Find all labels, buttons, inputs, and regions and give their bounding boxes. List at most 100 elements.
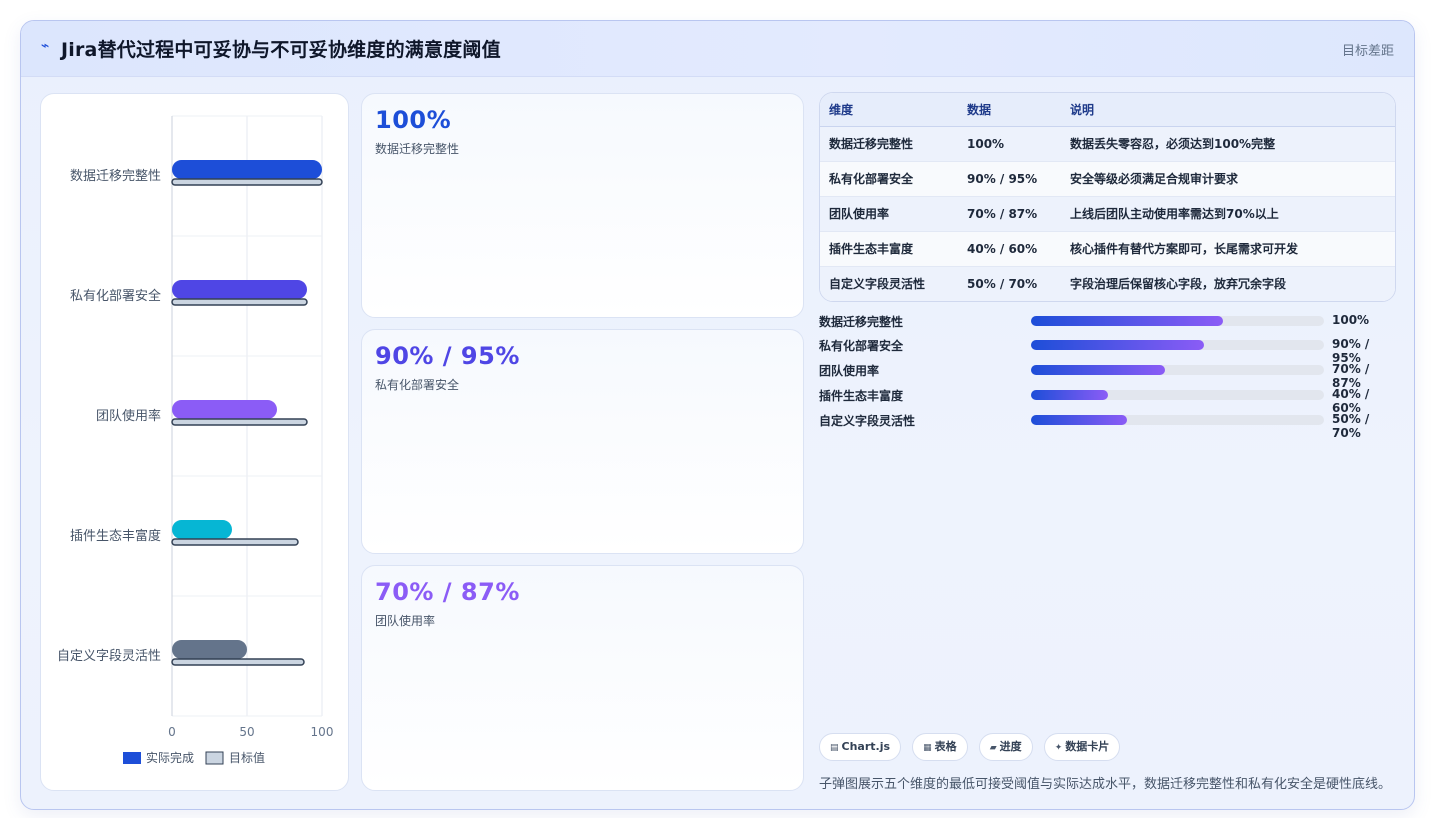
table-cell: 70% / 87%: [958, 196, 1061, 232]
table-cell: 自定义字段灵活性: [820, 266, 958, 301]
bar-target: [171, 658, 305, 666]
kpi-card-data-migration: 100% 数据迁移完整性: [361, 93, 804, 318]
table-cell: 安全等级必须满足合规审计要求: [1061, 161, 1395, 197]
table-cell: 数据丢失零容忍，必须达到100%完整: [1061, 126, 1395, 162]
header-bar: ⌁ Jira替代过程中可妥协与不可妥协维度的满意度阈值 目标差距: [21, 21, 1414, 77]
progress-label: 自定义字段灵活性: [819, 414, 916, 428]
table-cell: 上线后团队主动使用率需达到70%以上: [1061, 196, 1395, 232]
threshold-table: 维度 数据 说明 数据迁移完整性 100% 数据丢失零容忍，必须达到100%完整…: [820, 93, 1395, 301]
table-cell: 50% / 70%: [958, 266, 1061, 301]
bar-actual: [172, 160, 322, 179]
table-row: 插件生态丰富度 40% / 60% 核心插件有替代方案即可，长尾需求可开发: [820, 231, 1395, 267]
x-tick-label: 50: [239, 725, 254, 739]
bullet-chart: 数据迁移完整性私有化部署安全团队使用率插件生态丰富度自定义字段灵活性 0 50 100…: [57, 115, 334, 765]
table-icon: ▦: [923, 743, 932, 753]
category-label: 插件生态丰富度: [70, 528, 161, 544]
bar-target: [171, 418, 308, 426]
sparkle-icon: ✦: [1054, 743, 1063, 753]
progress-icon: ▰: [989, 743, 997, 753]
kpi-card-team-usage: 70% / 87% 团队使用率: [361, 565, 804, 791]
page-title: Jira替代过程中可妥协与不可妥协维度的满意度阈值: [61, 39, 501, 61]
x-tick-label: 0: [168, 725, 176, 739]
progress-value: 100%: [1332, 313, 1370, 327]
table-cell: 插件生态丰富度: [820, 231, 958, 267]
bar-target: [171, 298, 308, 306]
column-header: 数据: [958, 93, 1061, 127]
bullet-chart-card: 数据迁移完整性 私有化部署安全团队使用率插件生态丰富度自定义字段灵活性 0 50 100…: [40, 93, 349, 791]
chip-progress[interactable]: ▰ 进度: [978, 733, 1033, 761]
table-cell: 数据迁移完整性: [820, 126, 958, 162]
kpi-value: 90% / 95%: [375, 342, 520, 370]
table-row: 团队使用率 70% / 87% 上线后团队主动使用率需达到70%以上: [820, 196, 1395, 232]
tech-chips: ▤ Chart.js ▦ 表格 ▰ 进度 ✦ 数据卡片: [819, 733, 1126, 761]
legend-label-target: 目标值: [229, 750, 265, 765]
dashboard-frame: ⌁ Jira替代过程中可妥协与不可妥协维度的满意度阈值 目标差距 数据迁移完整性…: [20, 20, 1415, 810]
chip-label: 数据卡片: [1065, 740, 1110, 753]
category-label: 自定义字段灵活性: [57, 649, 161, 664]
chip-label: 进度: [999, 740, 1022, 753]
progress-fill: [1031, 415, 1128, 425]
category-label: 团队使用率: [96, 408, 161, 424]
progress-label: 数据迁移完整性: [819, 315, 904, 329]
progress-value: 50% / 70%: [1332, 412, 1370, 440]
progress-row: 自定义字段灵活性 50% / 70%: [819, 410, 1396, 440]
legend-swatch-target: [205, 751, 224, 765]
progress-label: 团队使用率: [819, 364, 880, 378]
bar-actual: [172, 280, 307, 299]
chip-chartjs[interactable]: ▤ Chart.js: [819, 733, 902, 761]
bar-target: [171, 178, 323, 186]
kpi-card-private-deploy: 90% / 95% 私有化部署安全: [361, 329, 804, 554]
table-cell: 核心插件有替代方案即可，长尾需求可开发: [1061, 231, 1395, 267]
progress-fill: [1031, 340, 1204, 350]
footer-note: 子弹图展示五个维度的最低可接受阈值与实际达成水平，数据迁移完整性和私有化安全是硬…: [819, 777, 1392, 792]
category-label: 私有化部署安全: [70, 288, 161, 304]
progress-track: [1031, 340, 1324, 350]
bar-actual: [172, 640, 247, 659]
column-header: 维度: [820, 93, 958, 127]
table-cell: 40% / 60%: [958, 231, 1061, 267]
legend-label-actual: 实际完成: [146, 750, 194, 765]
table-row: 自定义字段灵活性 50% / 70% 字段治理后保留核心字段，放弃冗余字段: [820, 266, 1395, 301]
chip-data-card[interactable]: ✦ 数据卡片: [1043, 733, 1121, 761]
progress-track: [1031, 316, 1324, 326]
kpi-value: 100%: [375, 106, 452, 134]
threshold-table-card: 维度 数据 说明 数据迁移完整性 100% 数据丢失零容忍，必须达到100%完整…: [819, 92, 1396, 302]
kpi-value: 70% / 87%: [375, 578, 520, 606]
category-label: 数据迁移完整性: [70, 169, 161, 184]
progress-track: [1031, 415, 1324, 425]
chart-icon: ▤: [830, 743, 839, 753]
progress-track: [1031, 390, 1324, 400]
bar-target: [171, 538, 299, 546]
progress-fill: [1031, 390, 1108, 400]
progress-row: 插件生态丰富度 40% / 60%: [819, 385, 1396, 415]
chip-label: Chart.js: [841, 740, 891, 753]
x-tick-label: 100: [311, 725, 334, 739]
table-row: 私有化部署安全 90% / 95% 安全等级必须满足合规审计要求: [820, 161, 1395, 197]
progress-label: 私有化部署安全: [819, 339, 904, 353]
kpi-label: 数据迁移完整性: [375, 142, 460, 156]
progress-row: 团队使用率 70% / 87%: [819, 360, 1396, 390]
column-header: 说明: [1061, 93, 1395, 127]
kpi-label: 团队使用率: [375, 614, 436, 628]
chip-table[interactable]: ▦ 表格: [912, 733, 968, 761]
table-cell: 字段治理后保留核心字段，放弃冗余字段: [1061, 266, 1395, 301]
target-gap-label: 目标差距: [1341, 44, 1394, 59]
table-header-row: 维度 数据 说明: [820, 93, 1395, 127]
progress-fill: [1031, 365, 1166, 375]
chip-label: 表格: [934, 740, 957, 753]
table-cell: 90% / 95%: [958, 161, 1061, 197]
kpi-label: 私有化部署安全: [375, 378, 460, 392]
table-cell: 团队使用率: [820, 196, 958, 232]
table-cell: 私有化部署安全: [820, 161, 958, 197]
legend-swatch-actual: [123, 752, 141, 764]
bar-actual: [172, 400, 277, 419]
progress-fill: [1031, 316, 1223, 326]
progress-track: [1031, 365, 1324, 375]
progress-row: 私有化部署安全 90% / 95%: [819, 335, 1396, 365]
bar-actual: [172, 520, 232, 539]
progress-label: 插件生态丰富度: [819, 389, 904, 403]
table-cell: 100%: [958, 126, 1061, 162]
pulse-icon: ⌁: [41, 38, 50, 54]
table-row: 数据迁移完整性 100% 数据丢失零容忍，必须达到100%完整: [820, 126, 1395, 162]
progress-row: 数据迁移完整性 100%: [819, 311, 1396, 331]
